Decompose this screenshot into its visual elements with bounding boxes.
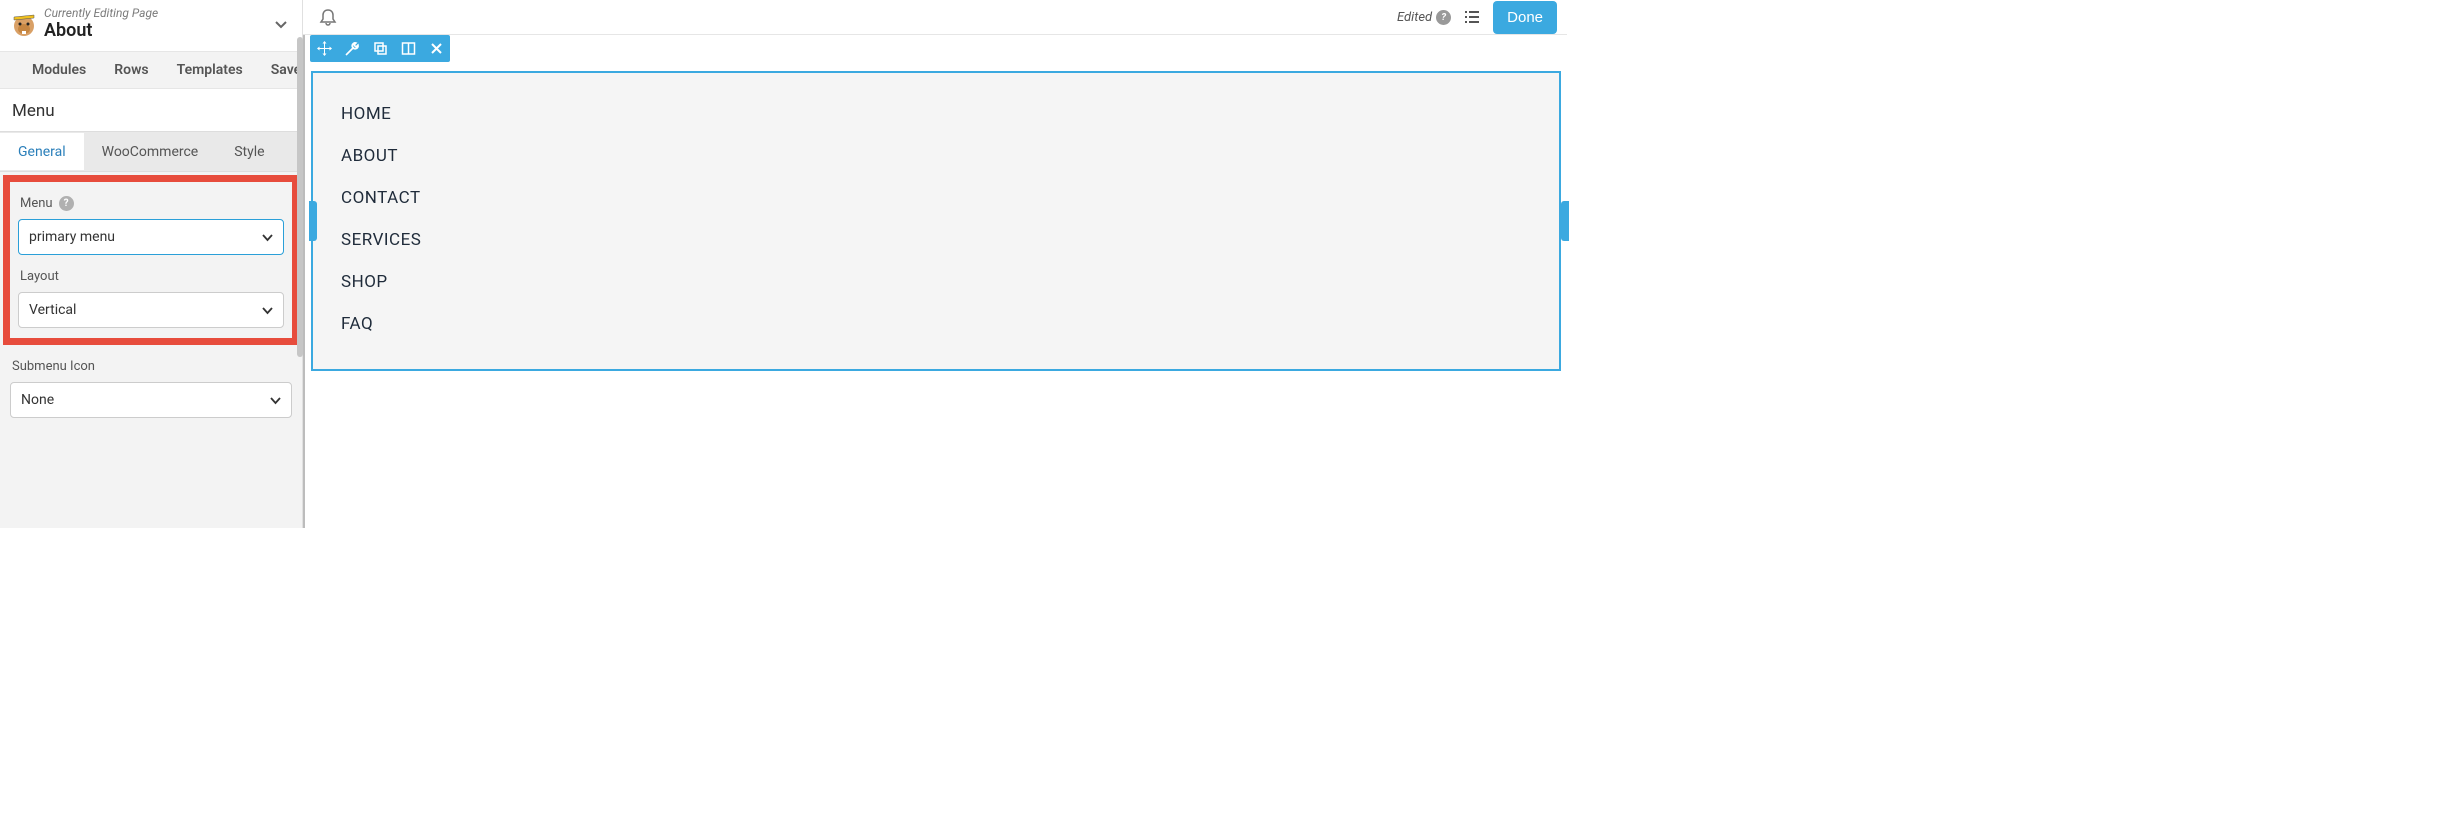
nav-item-about[interactable]: ABOUT — [341, 135, 1531, 177]
help-icon[interactable]: ? — [59, 196, 74, 211]
wrench-icon[interactable] — [338, 35, 366, 62]
chevron-down-icon — [262, 305, 273, 316]
resize-handle-right[interactable] — [1561, 201, 1569, 241]
menu-select[interactable]: primary menu — [18, 219, 284, 255]
chevron-down-icon — [262, 232, 273, 243]
submenu-icon-field-label: Submenu Icon — [8, 349, 294, 382]
tab-templates[interactable]: Templates — [163, 52, 257, 88]
subtab-style[interactable]: Style — [216, 134, 282, 170]
help-icon: ? — [1436, 10, 1451, 25]
tab-modules[interactable]: Modules — [18, 52, 100, 88]
nav-item-faq[interactable]: FAQ — [341, 303, 1531, 345]
close-icon[interactable] — [422, 35, 450, 62]
nav-item-services[interactable]: SERVICES — [341, 219, 1531, 261]
menu-field-label: Menu ? — [16, 190, 286, 219]
nav-item-shop[interactable]: SHOP — [341, 261, 1531, 303]
edited-status[interactable]: Edited ? — [1397, 10, 1451, 25]
tab-rows[interactable]: Rows — [100, 52, 162, 88]
sub-tabs: General WooCommerce Style ··· — [0, 131, 302, 172]
highlighted-settings-group: Menu ? primary menu Layout Vertical — [3, 175, 299, 345]
layout-field-label: Layout — [16, 255, 286, 292]
outline-panel-icon[interactable] — [1459, 4, 1485, 30]
done-button[interactable]: Done — [1493, 1, 1557, 34]
duplicate-icon[interactable] — [366, 35, 394, 62]
top-bar: Edited ? Done — [303, 0, 1567, 35]
page-header: Currently Editing Page About — [0, 0, 302, 52]
menu-preview-list: HOME ABOUT CONTACT SERVICES SHOP FAQ — [341, 93, 1531, 345]
subtab-general[interactable]: General — [0, 133, 84, 170]
header-subtitle: Currently Editing Page — [44, 6, 270, 20]
move-icon[interactable] — [310, 35, 338, 62]
main-tabs: Modules Rows Templates Saved ⠿ — [0, 52, 302, 89]
resize-handle-left[interactable] — [309, 201, 317, 241]
subtab-woocommerce[interactable]: WooCommerce — [84, 134, 217, 170]
chevron-down-icon — [270, 395, 281, 406]
page-switcher-chevron[interactable] — [270, 13, 292, 35]
menu-module[interactable]: HOME ABOUT CONTACT SERVICES SHOP FAQ — [305, 71, 1567, 371]
header-title: About — [44, 20, 270, 41]
module-toolbar — [310, 35, 450, 62]
notifications-icon[interactable] — [313, 4, 343, 30]
nav-item-contact[interactable]: CONTACT — [341, 177, 1531, 219]
nav-item-home[interactable]: HOME — [341, 93, 1531, 135]
columns-icon[interactable] — [394, 35, 422, 62]
layout-select[interactable]: Vertical — [18, 292, 284, 328]
beaver-logo-icon — [10, 10, 38, 38]
section-title: Menu — [0, 89, 302, 131]
submenu-icon-select[interactable]: None — [10, 382, 292, 418]
